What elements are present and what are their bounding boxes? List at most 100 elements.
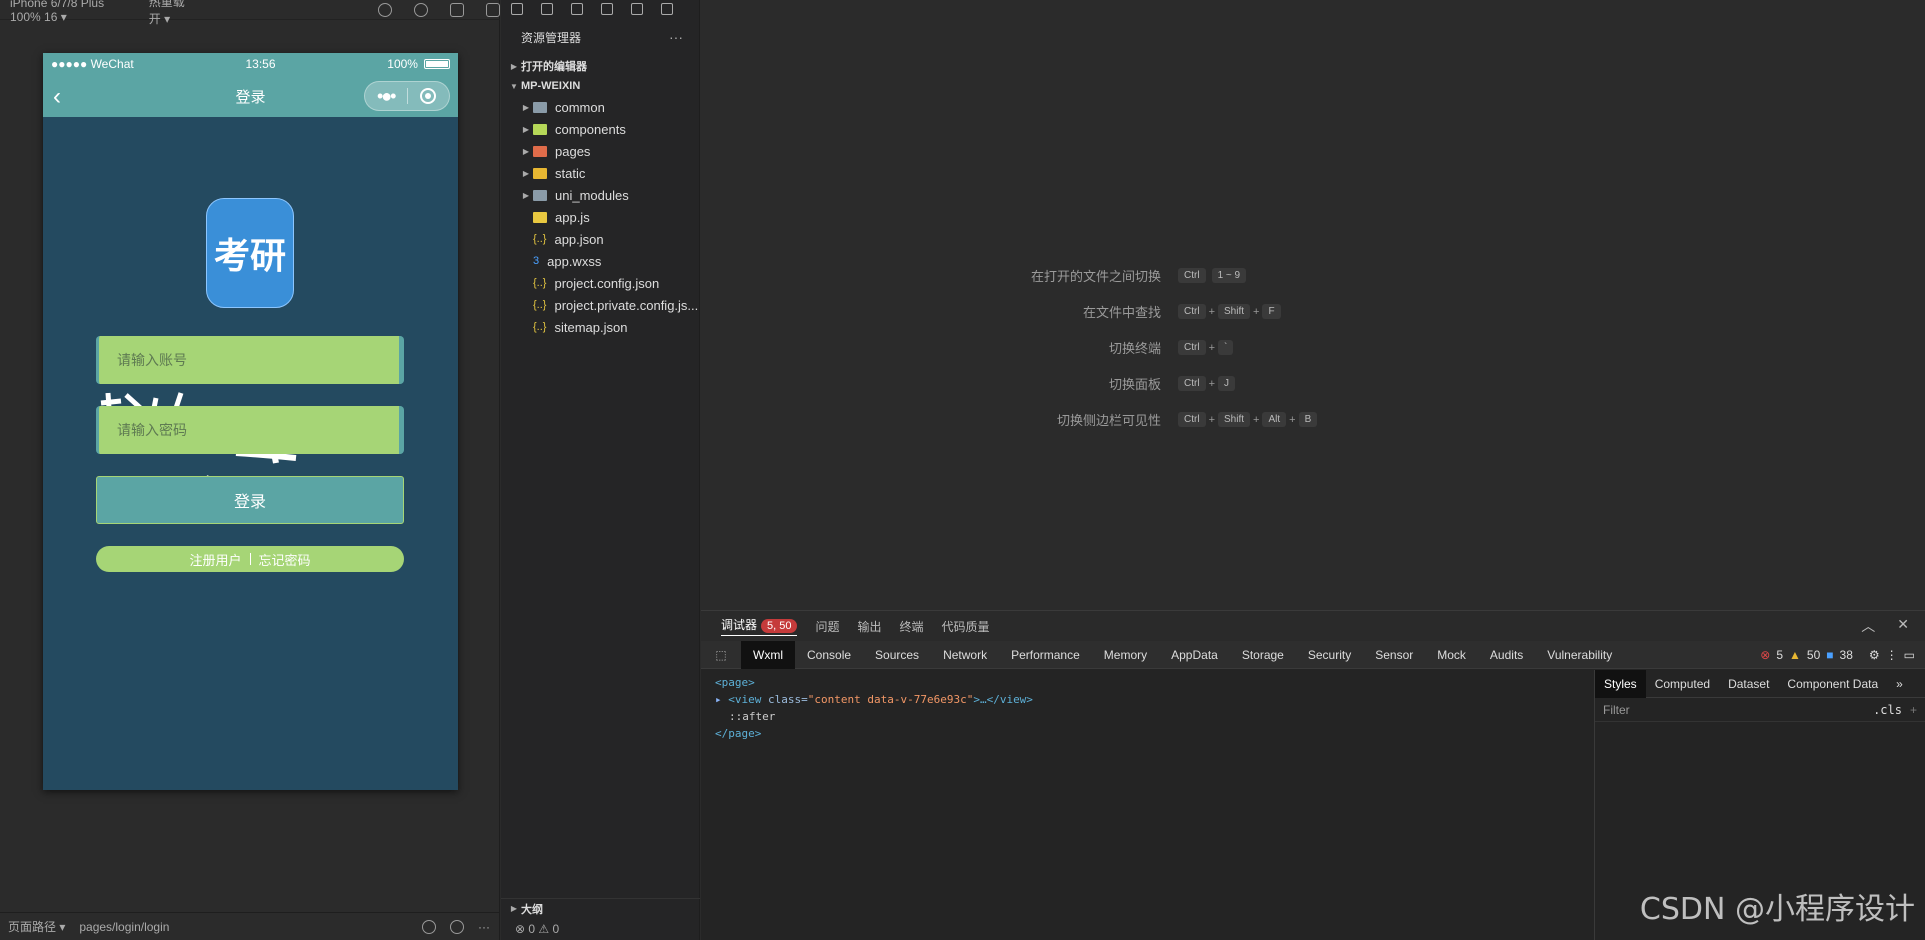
info-icon: ■ (1826, 647, 1834, 662)
chevron-up-icon[interactable]: ︿ (1861, 616, 1875, 636)
page-path-value[interactable]: pages/login/login (79, 920, 169, 934)
tab-console[interactable]: Console (795, 641, 863, 669)
nav-title: 登录 (235, 88, 266, 106)
window-icon[interactable] (486, 2, 500, 17)
csdn-watermark: CSDN @小程序设计 (1639, 892, 1915, 927)
layout-icon[interactable] (631, 3, 643, 15)
stop-icon[interactable] (414, 2, 428, 17)
problems-status[interactable]: ⊗ 0 ⚠ 0 (501, 918, 700, 940)
inspect-element-icon[interactable]: ⬚ (701, 648, 741, 662)
tab-dataset[interactable]: Dataset (1719, 670, 1778, 698)
outline-label: 大纲 (521, 903, 543, 916)
shortcut-key: Shift (1218, 304, 1251, 319)
shortcut-key: Ctrl (1178, 412, 1206, 427)
tree-folder-components[interactable]: ▶ components (501, 118, 699, 140)
tab-mock[interactable]: Mock (1425, 641, 1478, 669)
open-editors-label: 打开的编辑器 (521, 61, 587, 73)
tab-vulnerability[interactable]: Vulnerability (1535, 641, 1624, 669)
wxml-node-page-close[interactable]: </page> (715, 725, 1580, 742)
register-link[interactable]: 注册用户 (189, 550, 241, 569)
tab-security[interactable]: Security (1296, 641, 1363, 669)
tab-network[interactable]: Network (931, 641, 999, 669)
shortcut-key: 1 ~ 9 (1211, 268, 1247, 283)
close-icon[interactable]: ✕ (1897, 616, 1909, 636)
json-file-icon: {..} (533, 277, 547, 289)
tree-file-app-json[interactable]: {..} app.json (501, 228, 699, 250)
tab-audits[interactable]: Audits (1478, 641, 1535, 669)
outline-section[interactable]: ▶ 大纲 (501, 898, 700, 918)
tree-folder-static[interactable]: ▶ static (501, 162, 699, 184)
bug-icon[interactable] (422, 919, 436, 934)
eye-icon[interactable] (450, 919, 464, 934)
tab-output[interactable]: 输出 (858, 618, 882, 635)
password-input[interactable]: 请输入密码 (96, 406, 404, 454)
tab-code-quality[interactable]: 代码质量 (942, 618, 990, 635)
explorer-panel: 资源管理器 ··· ▶ 打开的编辑器 ▼ MP-WEIXIN ▶ common … (501, 0, 700, 940)
dock-icon[interactable]: ▭ (1904, 648, 1915, 662)
wxml-pseudo-after[interactable]: ::after (715, 708, 1580, 725)
info-count: 38 (1839, 647, 1853, 662)
tree-file-sitemap[interactable]: {..} sitemap.json (501, 316, 699, 338)
chevron-right-icon: ▶ (522, 146, 530, 156)
tab-computed[interactable]: Computed (1646, 670, 1719, 698)
tab-styles[interactable]: Styles (1595, 669, 1646, 698)
wxml-node-page-open[interactable]: <page> (715, 674, 1580, 691)
project-section[interactable]: ▼ MP-WEIXIN (501, 76, 699, 96)
refresh-icon[interactable] (378, 2, 392, 17)
warning-count: 50 (1806, 647, 1821, 662)
json-file-icon: {..} (533, 233, 547, 245)
wxml-node-view[interactable]: ▸ <view class="content data-v-77e6e93c">… (715, 691, 1580, 708)
tree-file-app-wxss[interactable]: 3 app.wxss (501, 250, 699, 272)
tree-folder-common[interactable]: ▶ common (501, 96, 699, 118)
close-target-icon[interactable] (407, 88, 449, 104)
source-control-icon[interactable] (571, 3, 583, 15)
tab-component-data[interactable]: Component Data (1778, 670, 1887, 698)
page-path-label[interactable]: 页面路径 ▾ (8, 918, 65, 935)
phone-icon[interactable] (450, 2, 464, 17)
chevron-double-right-icon[interactable]: » (1887, 670, 1912, 698)
tab-sources[interactable]: Sources (863, 641, 931, 669)
tab-appdata[interactable]: AppData (1159, 641, 1230, 669)
more-dots-icon[interactable]: •●• (365, 81, 407, 111)
explorer-more-button[interactable]: ··· (669, 29, 699, 45)
styles-tabs: Styles Computed Dataset Component Data » (1595, 669, 1925, 698)
simulator-status-bar: 页面路径 ▾ pages/login/login ··· (0, 912, 500, 940)
account-input[interactable]: 请输入账号 (96, 336, 404, 384)
gear-icon[interactable]: ⚙ (1869, 648, 1880, 662)
files-icon[interactable] (511, 3, 523, 15)
tab-problems[interactable]: 问题 (815, 618, 839, 635)
add-rule-icon[interactable]: + (1910, 703, 1925, 717)
key-plus: + (1208, 377, 1215, 390)
tab-debugger[interactable]: 调试器 5, 50 (721, 616, 798, 636)
chevron-down-icon: ▼ (510, 81, 518, 91)
filter-input[interactable]: Filter (1603, 703, 1630, 717)
tab-performance[interactable]: Performance (999, 641, 1092, 669)
forgot-password-link[interactable]: 忘记密码 (259, 550, 311, 569)
more-menu[interactable]: ··· (478, 920, 490, 934)
open-editors-section[interactable]: ▶ 打开的编辑器 (501, 56, 699, 76)
tree-item-label: common (555, 99, 605, 115)
search-icon[interactable] (541, 3, 553, 15)
tree-folder-pages[interactable]: ▶ pages (501, 140, 699, 162)
cls-toggle[interactable]: .cls (1873, 703, 1910, 717)
tree-file-app-js[interactable]: app.js (501, 206, 699, 228)
tab-terminal[interactable]: 终端 (900, 618, 924, 635)
issue-counts[interactable]: ⊗ 5 ▲ 50 ■ 38 ⚙ ⋮ ▭ (1760, 648, 1925, 662)
extensions-icon[interactable] (601, 3, 613, 15)
hot-reload-toggle[interactable]: 热重载 开 ▾ (149, 0, 194, 27)
back-arrow-icon[interactable]: ‹ (53, 83, 61, 111)
tab-storage[interactable]: Storage (1230, 641, 1296, 669)
login-button[interactable]: 登录 (96, 476, 404, 524)
tab-sensor[interactable]: Sensor (1363, 641, 1425, 669)
kebab-menu-icon[interactable]: ⋮ (1886, 648, 1898, 662)
docker-icon[interactable] (661, 3, 673, 15)
tree-folder-uni-modules[interactable]: ▶ uni_modules (501, 184, 699, 206)
shortcut-key: Ctrl (1178, 268, 1206, 283)
pages-folder-icon (533, 145, 547, 157)
tree-file-project-private-config[interactable]: {..} project.private.config.js... (501, 294, 699, 316)
tab-wxml[interactable]: Wxml (741, 640, 795, 669)
tab-memory[interactable]: Memory (1092, 641, 1159, 669)
tree-file-project-config[interactable]: {..} project.config.json (501, 272, 699, 294)
json-file-icon: {..} (533, 299, 547, 311)
device-selector[interactable]: iPhone 6/7/8 Plus 100% 16 ▾ (10, 0, 125, 24)
